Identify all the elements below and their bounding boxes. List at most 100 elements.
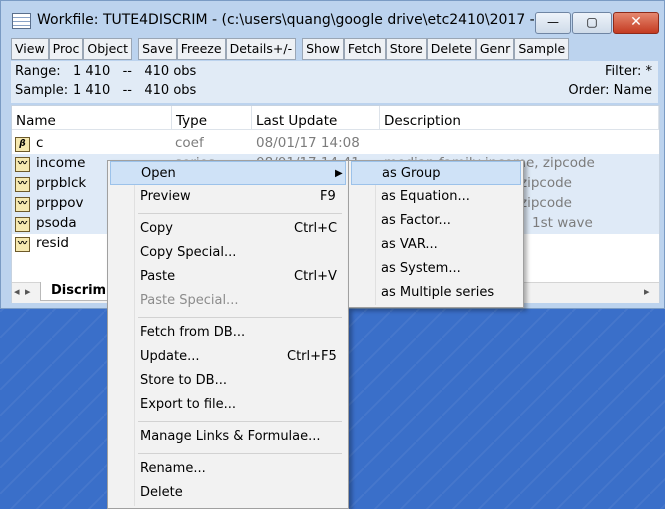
menu-shortcut: Ctrl+V <box>294 269 337 284</box>
list-item-c[interactable]: β c coef 08/01/17 14:08 <box>12 134 659 154</box>
header-type[interactable]: Type <box>172 106 252 130</box>
sample-label: Sample: <box>15 83 69 98</box>
menu-label: Manage Links & Formulae... <box>140 429 321 444</box>
menu-item-preview[interactable]: Preview F9 <box>110 185 346 209</box>
menu-label: as VAR... <box>381 237 438 252</box>
item-description: zipcode <box>520 175 572 191</box>
menu-label: as System... <box>381 261 461 276</box>
menu-item-paste-special: Paste Special... <box>110 289 346 313</box>
close-button[interactable]: ✕ <box>613 12 659 34</box>
header-name[interactable]: Name <box>12 106 172 130</box>
menu-shortcut: Ctrl+F5 <box>287 349 337 364</box>
series-icon: 〰 <box>15 237 30 252</box>
header-last-update[interactable]: Last Update <box>252 106 380 130</box>
toolbar: View Proc Object Save Freeze Details+/- … <box>11 38 570 60</box>
menu-item-copy[interactable]: Copy Ctrl+C <box>110 217 346 241</box>
view-button[interactable]: View <box>11 38 49 60</box>
submenu-item-as-multiple-series[interactable]: as Multiple series <box>351 281 521 305</box>
submenu-arrow-icon: ▶ <box>335 168 343 179</box>
menu-item-paste[interactable]: Paste Ctrl+V <box>110 265 346 289</box>
window-title: Workfile: TUTE4DISCRIM - (c:\users\quang… <box>37 12 537 28</box>
item-name: c <box>36 135 44 151</box>
menu-item-update[interactable]: Update... Ctrl+F5 <box>110 345 346 369</box>
menu-label: Store to DB... <box>140 373 228 388</box>
submenu-item-as-var[interactable]: as VAR... <box>351 233 521 257</box>
menu-label: Rename... <box>140 461 206 476</box>
series-icon: 〰 <box>15 197 30 212</box>
menu-label: Delete <box>140 485 183 500</box>
title-bar[interactable]: Workfile: TUTE4DISCRIM - (c:\users\quang… <box>1 1 664 34</box>
item-name: resid <box>36 235 69 251</box>
submenu-item-as-factor[interactable]: as Factor... <box>351 209 521 233</box>
menu-label: Copy Special... <box>140 245 237 260</box>
menu-item-store-to-db[interactable]: Store to DB... <box>110 369 346 393</box>
menu-separator <box>138 213 342 214</box>
item-description: 1st wave <box>532 215 593 231</box>
object-button[interactable]: Object <box>83 38 133 60</box>
menu-label: as Multiple series <box>381 285 495 300</box>
menu-label: as Equation... <box>381 189 470 204</box>
menu-label: Paste <box>140 269 176 284</box>
menu-label: Open <box>141 166 176 181</box>
sample-value: 1 410 -- 410 obs <box>73 83 197 98</box>
tab-discrim[interactable]: Discrim <box>40 282 110 301</box>
submenu-item-as-system[interactable]: as System... <box>351 257 521 281</box>
menu-label: Export to file... <box>140 397 237 412</box>
menu-label: Preview <box>140 189 191 204</box>
fetch-button[interactable]: Fetch <box>343 38 386 60</box>
freeze-button[interactable]: Freeze <box>176 38 226 60</box>
save-button[interactable]: Save <box>138 38 177 60</box>
item-updated: 08/01/17 14:08 <box>256 135 360 151</box>
series-icon: 〰 <box>15 217 30 232</box>
workfile-info: Range: 1 410 -- 410 obs Sample: 1 410 --… <box>11 61 658 103</box>
header-description[interactable]: Description <box>380 106 659 130</box>
range-value: 1 410 -- 410 obs <box>73 64 197 79</box>
range-label: Range: <box>15 64 61 79</box>
details-button[interactable]: Details+/- <box>225 38 297 60</box>
menu-item-open[interactable]: Open ▶ <box>110 161 346 185</box>
menu-label: as Group <box>382 166 441 181</box>
menu-label: Fetch from DB... <box>140 325 246 340</box>
proc-button[interactable]: Proc <box>48 38 84 60</box>
menu-separator <box>138 317 342 318</box>
menu-item-rename[interactable]: Rename... <box>110 457 346 481</box>
scroll-right-icon[interactable]: ▸ <box>25 285 31 298</box>
menu-separator <box>138 421 342 422</box>
menu-label: Update... <box>140 349 200 364</box>
maximize-button[interactable]: ▢ <box>572 12 612 34</box>
menu-label: as Factor... <box>381 213 451 228</box>
item-name: prpblck <box>36 175 87 191</box>
hscroll-right-icon[interactable]: ▸ <box>644 285 650 298</box>
submenu-item-as-equation[interactable]: as Equation... <box>351 185 521 209</box>
genr-button[interactable]: Genr <box>475 38 515 60</box>
coef-icon: β <box>15 137 30 152</box>
menu-shortcut: F9 <box>320 189 336 204</box>
menu-item-delete[interactable]: Delete <box>110 481 346 505</box>
filter-text: Filter: * <box>605 64 652 79</box>
menu-label: Paste Special... <box>140 293 239 308</box>
item-name: psoda <box>36 215 77 231</box>
menu-item-export-to-file[interactable]: Export to file... <box>110 393 346 417</box>
show-button[interactable]: Show <box>302 38 344 60</box>
item-description: zipcode <box>520 195 572 211</box>
item-name: prppov <box>36 195 84 211</box>
series-icon: 〰 <box>15 177 30 192</box>
sample-button[interactable]: Sample <box>514 38 570 60</box>
submenu-item-as-group[interactable]: as Group <box>351 161 521 185</box>
context-menu: Open ▶ Preview F9 Copy Ctrl+C Copy Speci… <box>107 160 349 509</box>
series-icon: 〰 <box>15 157 30 172</box>
item-name: income <box>36 155 86 171</box>
workfile-icon <box>12 13 31 29</box>
menu-item-copy-special[interactable]: Copy Special... <box>110 241 346 265</box>
menu-item-manage-links[interactable]: Manage Links & Formulae... <box>110 425 346 449</box>
menu-separator <box>138 453 342 454</box>
minimize-button[interactable]: — <box>535 12 571 34</box>
menu-shortcut: Ctrl+C <box>294 221 338 236</box>
menu-item-fetch-from-db[interactable]: Fetch from DB... <box>110 321 346 345</box>
delete-button[interactable]: Delete <box>426 38 476 60</box>
scroll-left-icon[interactable]: ◂ <box>14 285 20 298</box>
order-text: Order: Name <box>568 83 652 98</box>
item-type: coef <box>175 135 204 151</box>
store-button[interactable]: Store <box>385 38 427 60</box>
menu-label: Copy <box>140 221 173 236</box>
